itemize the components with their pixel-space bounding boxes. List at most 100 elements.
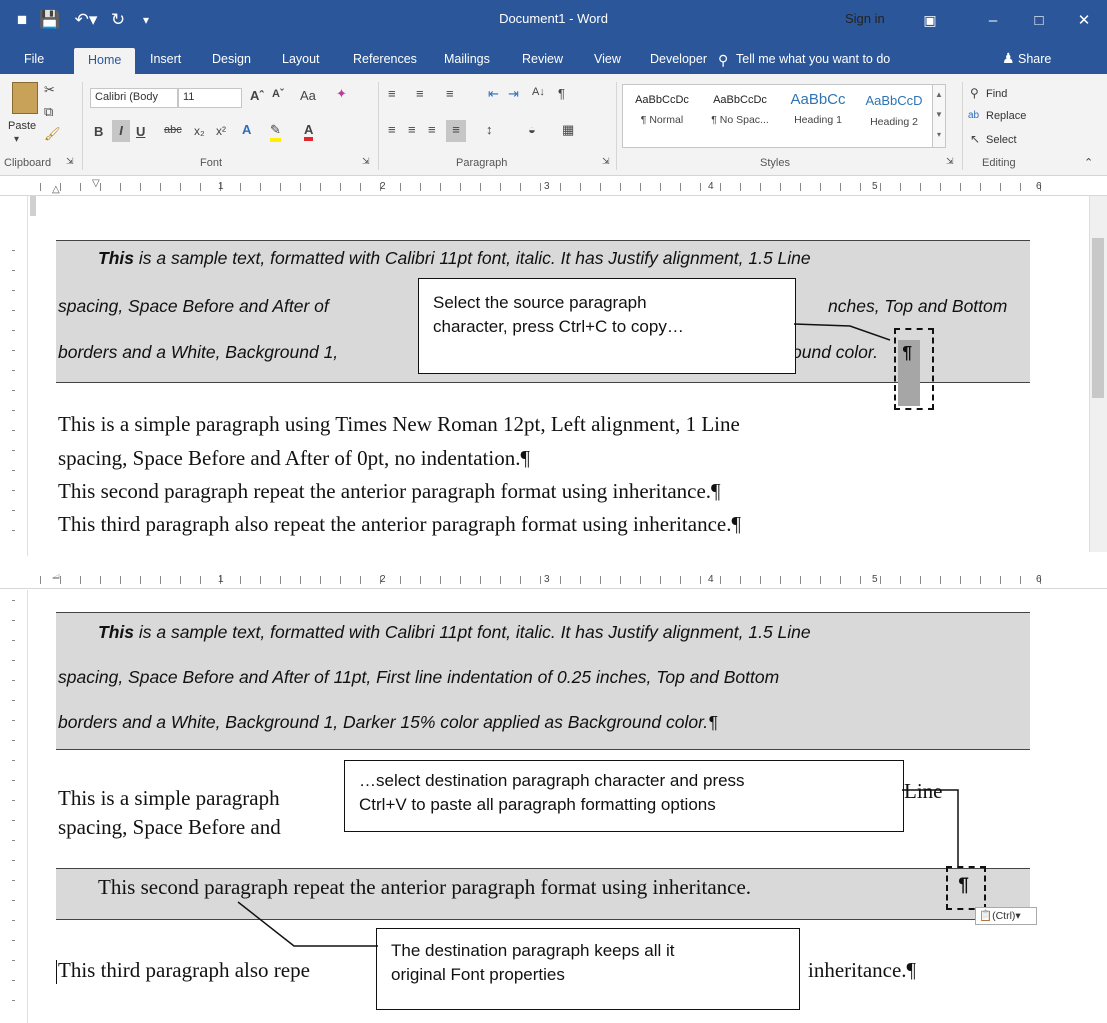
replace-button[interactable]: Replace [986, 110, 1026, 122]
increase-indent-icon[interactable]: ⇥ [508, 86, 519, 102]
paste-button[interactable]: Paste [8, 120, 36, 132]
paragraph-line[interactable]: This is a simple paragraph using Times N… [58, 412, 740, 437]
style-name: Heading 1 [794, 114, 842, 126]
font-launcher-icon[interactable]: ⇲ [362, 156, 370, 167]
styles-launcher-icon[interactable]: ⇲ [946, 156, 954, 167]
paragraph-line[interactable]: This is a sample text, formatted with Ca… [98, 622, 811, 643]
select-button[interactable]: Select [986, 134, 1017, 146]
strikethrough-icon[interactable]: abc [164, 124, 182, 136]
callout-line: original Font properties [391, 965, 565, 984]
paragraph-line[interactable]: borders and a White, Background 1, [58, 342, 338, 363]
ruler-number: 2 [380, 574, 386, 585]
font-size-box[interactable]: 11 [178, 88, 242, 108]
text-effects-icon[interactable]: A [242, 122, 251, 137]
tab-review[interactable]: Review [512, 48, 573, 74]
change-case-icon[interactable]: Aa [300, 88, 316, 103]
show-formatting-marks-icon[interactable]: ¶ [558, 86, 565, 101]
tab-design[interactable]: Design [202, 48, 261, 74]
paragraph-line[interactable]: borders and a White, Background 1, Darke… [58, 712, 718, 733]
minimize-icon[interactable]: – [970, 0, 1016, 40]
paragraph-launcher-icon[interactable]: ⇲ [602, 156, 610, 167]
font-name-box[interactable]: Calibri (Body [90, 88, 178, 108]
paragraph-line-fragment[interactable]: nches, Top and Bottom [828, 296, 1007, 317]
multilevel-list-icon[interactable]: ≡ [446, 86, 454, 101]
highlight-icon[interactable]: ✎ [270, 122, 281, 142]
align-center-icon[interactable]: ≡ [408, 122, 416, 137]
ruler-number: 3 [544, 574, 550, 585]
ruler-number: 2 [380, 181, 386, 192]
cut-icon[interactable]: ✂ [44, 82, 55, 98]
paste-options-button[interactable]: 📋(Ctrl)▾ [975, 907, 1037, 925]
first-line-indent-icon[interactable]: ▽ [92, 178, 100, 189]
style-sample: AaBbCc [790, 91, 846, 108]
scrollbar-thumb[interactable] [1092, 238, 1104, 398]
tab-insert[interactable]: Insert [140, 48, 191, 74]
decrease-indent-icon[interactable]: ⇤ [488, 86, 499, 102]
italic-icon[interactable]: I [112, 120, 130, 142]
tab-home[interactable]: Home [74, 48, 136, 74]
style-no-spacing[interactable]: AaBbCcDc ¶ No Spac... [702, 86, 778, 144]
justify-icon[interactable]: ≡ [446, 120, 466, 142]
align-left-icon[interactable]: ≡ [388, 122, 396, 137]
tab-view[interactable]: View [584, 48, 631, 74]
paragraph-group-label: Paragraph [456, 157, 508, 169]
style-normal[interactable]: AaBbCcDc ¶ Normal [624, 86, 700, 144]
tell-me-search[interactable]: Tell me what you want to do [736, 52, 890, 66]
paragraph-line[interactable]: This second paragraph repeat the anterio… [98, 875, 751, 900]
clear-formatting-icon[interactable]: ✦ [336, 86, 347, 102]
bold-icon[interactable]: B [94, 124, 103, 139]
paragraph-line[interactable]: spacing, Space Before and After of 11pt,… [58, 667, 779, 688]
numbering-icon[interactable]: ≡ [416, 86, 424, 101]
find-icon[interactable]: ⚲ [970, 86, 979, 100]
callout-connector [902, 789, 959, 868]
paragraph-line[interactable]: spacing, Space Before and After of 0pt, … [58, 446, 530, 471]
tab-layout[interactable]: Layout [272, 48, 330, 74]
sort-icon[interactable]: A↓ [532, 86, 545, 98]
share-button[interactable]: Share [1018, 52, 1051, 66]
paste-icon[interactable] [12, 82, 38, 114]
shrink-font-icon[interactable]: Aˇ [272, 88, 284, 100]
indent-marker-icon[interactable]: ⧡ [52, 571, 60, 582]
paragraph-line-fragment[interactable]: inheritance.¶ [808, 958, 916, 983]
subscript-icon[interactable]: x₂ [194, 124, 205, 138]
paragraph-line[interactable]: spacing, Space Before and After of [58, 296, 329, 317]
clipboard-launcher-icon[interactable]: ⇲ [66, 156, 74, 167]
paragraph-line[interactable]: This is a sample text, formatted with Ca… [98, 248, 811, 269]
find-button[interactable]: Find [986, 88, 1007, 100]
sign-in-link[interactable]: Sign in [845, 11, 885, 26]
paragraph-line[interactable]: This second paragraph repeat the anterio… [58, 479, 721, 504]
paste-dropdown-icon[interactable]: ▾ [14, 134, 19, 145]
style-heading-1[interactable]: AaBbCc Heading 1 [780, 86, 856, 144]
paragraph-line[interactable]: spacing, Space Before and [58, 815, 281, 840]
ribbon-display-options-icon[interactable]: ▣ [918, 8, 942, 32]
borders-icon[interactable]: ▦ [562, 122, 574, 138]
styles-scroll-icon[interactable]: ▲ ▼ ▾ [932, 84, 946, 148]
tab-references[interactable]: References [343, 48, 427, 74]
font-color-icon[interactable]: A [304, 122, 314, 141]
replace-icon[interactable]: ab [968, 110, 979, 121]
underline-icon[interactable]: U [136, 124, 145, 139]
tab-mailings[interactable]: Mailings [434, 48, 500, 74]
align-right-icon[interactable]: ≡ [428, 122, 436, 137]
shading-icon[interactable]: ◒ [528, 122, 536, 137]
select-icon[interactable]: ↖ [970, 132, 980, 146]
paragraph-line[interactable]: This third paragraph also repeat the ant… [58, 512, 741, 537]
close-icon[interactable]: ✕ [1061, 0, 1107, 40]
grow-font-icon[interactable]: Aˆ [250, 88, 264, 103]
paragraph-line[interactable]: This third paragraph also repe [58, 958, 310, 983]
tab-developer[interactable]: Developer [640, 48, 717, 74]
paragraph-line[interactable]: This is a simple paragraph [58, 786, 280, 811]
tab-file[interactable]: File [14, 48, 54, 74]
ruler-ticks [40, 576, 1060, 584]
maximize-icon[interactable]: □ [1016, 0, 1062, 40]
collapse-ribbon-icon[interactable]: ⌃ [1084, 156, 1093, 169]
bullets-icon[interactable]: ≡ [388, 86, 396, 101]
callout-connector [237, 901, 378, 947]
indent-marker-icon[interactable]: △ [52, 184, 60, 195]
paste-options-label: (Ctrl) [992, 910, 1016, 922]
format-painter-icon[interactable]: 🖌 [44, 126, 61, 142]
line-spacing-icon[interactable]: ↕ [486, 122, 493, 137]
style-heading-2[interactable]: AaBbCcD Heading 2 [856, 86, 932, 144]
superscript-icon[interactable]: x² [216, 124, 226, 138]
copy-icon[interactable]: ⧉ [44, 104, 53, 120]
